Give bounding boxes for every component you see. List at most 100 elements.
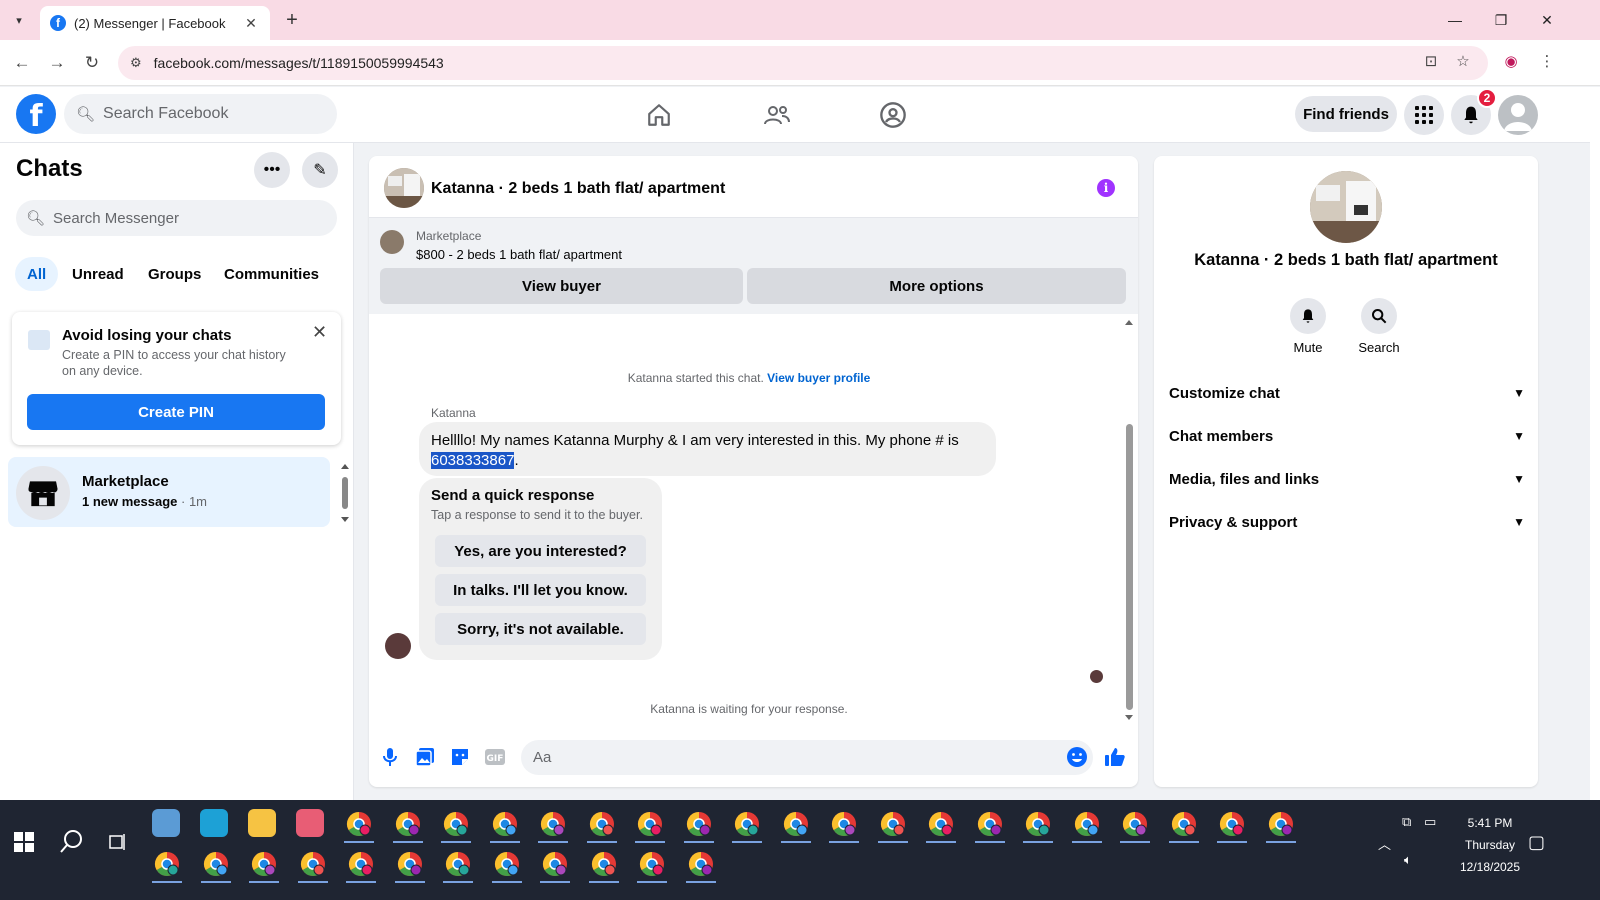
chrome-profile-icon[interactable] bbox=[1072, 809, 1104, 843]
chrome-profile-icon[interactable] bbox=[1023, 809, 1055, 843]
view-buyer-profile-link[interactable]: View buyer profile bbox=[767, 371, 870, 385]
chrome-profile-icon[interactable] bbox=[540, 849, 572, 883]
menu-grid-icon[interactable] bbox=[1404, 95, 1444, 135]
quick-response-yes[interactable]: Yes, are you interested? bbox=[435, 535, 646, 567]
filter-all[interactable]: All bbox=[15, 257, 59, 291]
desktop-app-icon[interactable] bbox=[152, 809, 180, 837]
photo-icon[interactable] bbox=[414, 746, 436, 768]
window-close-icon[interactable]: ✕ bbox=[1524, 0, 1570, 40]
listing-avatar[interactable] bbox=[384, 168, 424, 208]
media-files-links-row[interactable]: Media, files and links ▼ bbox=[1169, 467, 1525, 491]
notification-center-icon[interactable]: ▢ bbox=[1528, 832, 1545, 853]
chrome-profile-icon[interactable] bbox=[1120, 809, 1152, 843]
minimize-icon[interactable]: — bbox=[1432, 0, 1478, 40]
site-info-icon[interactable]: ⚙ bbox=[130, 55, 142, 71]
chrome-profile-icon[interactable] bbox=[492, 849, 524, 883]
facebook-search-input[interactable]: 🔍︎ Search Facebook bbox=[64, 94, 337, 134]
thumbs-up-icon[interactable] bbox=[1104, 746, 1126, 768]
filter-unread[interactable]: Unread bbox=[60, 257, 136, 291]
groups-icon[interactable] bbox=[877, 99, 909, 131]
chrome-profile-icon[interactable] bbox=[589, 849, 621, 883]
message-input[interactable]: Aa bbox=[521, 740, 1093, 775]
tray-chevron-icon[interactable]: ︿ bbox=[1378, 834, 1391, 853]
chrome-profile-icon[interactable] bbox=[393, 809, 425, 843]
quick-response-in-talks[interactable]: In talks. I'll let you know. bbox=[435, 574, 646, 606]
task-view-icon[interactable] bbox=[104, 828, 136, 860]
chrome-profile-icon[interactable] bbox=[201, 849, 233, 883]
chrome-profile-icon[interactable] bbox=[538, 809, 570, 843]
messenger-search-input[interactable]: 🔍︎ Search Messenger bbox=[16, 200, 337, 236]
chrome-profile-icon[interactable] bbox=[829, 809, 861, 843]
mute-action[interactable]: Mute bbox=[1278, 298, 1338, 355]
filter-communities[interactable]: Communities bbox=[212, 257, 331, 291]
install-app-icon[interactable]: ⊡ bbox=[1420, 50, 1442, 72]
taskbar-clock[interactable]: 5:41 PM Thursday 12/18/2025 bbox=[1450, 812, 1530, 878]
more-options-button[interactable]: More options bbox=[747, 268, 1126, 304]
friends-icon[interactable] bbox=[761, 99, 793, 131]
taskbar-search-icon[interactable] bbox=[58, 828, 90, 860]
chrome-profile-icon[interactable] bbox=[1169, 809, 1201, 843]
chrome-profile-icon[interactable] bbox=[975, 809, 1007, 843]
edge-browser-icon[interactable] bbox=[200, 809, 228, 837]
chrome-profile-icon[interactable] bbox=[1266, 809, 1298, 843]
chrome-profile-icon[interactable] bbox=[346, 849, 378, 883]
chat-members-row[interactable]: Chat members ▼ bbox=[1169, 424, 1525, 448]
chrome-profile-icon[interactable] bbox=[926, 809, 958, 843]
privacy-support-row[interactable]: Privacy & support ▼ bbox=[1169, 510, 1525, 534]
new-message-icon[interactable]: ✎ bbox=[302, 152, 338, 188]
volume-icon[interactable]: 🔈︎ bbox=[1404, 852, 1412, 868]
chrome-profile-icon[interactable] bbox=[781, 809, 813, 843]
conversation-title[interactable]: Katanna · 2 beds 1 bath flat/ apartment bbox=[431, 180, 725, 198]
chrome-profile-icon[interactable] bbox=[635, 809, 667, 843]
chrome-profile-icon[interactable] bbox=[152, 849, 184, 883]
info-icon[interactable]: i bbox=[1097, 179, 1115, 197]
tab-search-icon[interactable]: ▾ bbox=[8, 9, 30, 31]
file-explorer-icon[interactable] bbox=[248, 809, 276, 837]
microphone-icon[interactable] bbox=[379, 746, 401, 768]
chrome-profile-icon[interactable] bbox=[490, 809, 522, 843]
chrome-profile-icon[interactable] bbox=[684, 809, 716, 843]
tab-close-icon[interactable]: ✕ bbox=[242, 15, 260, 32]
quick-response-not-available[interactable]: Sorry, it's not available. bbox=[435, 613, 646, 645]
page-scrollbar[interactable] bbox=[1590, 87, 1600, 800]
more-options-icon[interactable]: ••• bbox=[254, 152, 290, 188]
new-tab-icon[interactable]: + bbox=[280, 8, 304, 32]
chrome-profile-icon[interactable] bbox=[443, 849, 475, 883]
browser-menu-icon[interactable]: ⋮ bbox=[1536, 50, 1558, 72]
forward-icon[interactable]: → bbox=[45, 51, 69, 75]
url-text[interactable]: facebook.com/messages/t/1189150059994543 bbox=[154, 55, 444, 71]
account-avatar[interactable] bbox=[1498, 95, 1538, 135]
chrome-profile-icon[interactable] bbox=[587, 809, 619, 843]
chrome-profile-icon[interactable] bbox=[298, 849, 330, 883]
emoji-icon[interactable] bbox=[1066, 746, 1088, 768]
chrome-profile-icon[interactable] bbox=[249, 849, 281, 883]
sender-avatar[interactable] bbox=[385, 633, 411, 659]
chrome-profile-icon[interactable] bbox=[441, 809, 473, 843]
bookmark-star-icon[interactable]: ☆ bbox=[1452, 50, 1474, 72]
paint-app-icon[interactable] bbox=[296, 809, 324, 837]
chats-scrollbar[interactable] bbox=[340, 461, 350, 525]
customize-chat-row[interactable]: Customize chat ▼ bbox=[1169, 381, 1525, 405]
gif-icon[interactable]: GIF bbox=[484, 746, 506, 768]
dismiss-card-icon[interactable]: ✕ bbox=[312, 322, 327, 343]
filter-groups[interactable]: Groups bbox=[136, 257, 213, 291]
scroll-thumb[interactable] bbox=[1126, 424, 1133, 710]
search-action[interactable]: Search bbox=[1349, 298, 1409, 355]
message-bubble[interactable]: Hellllo! My names Katanna Murphy & I am … bbox=[419, 422, 996, 476]
browser-tab-messenger[interactable]: f (2) Messenger | Facebook ✕ bbox=[40, 6, 270, 40]
maximize-icon[interactable]: ❐ bbox=[1478, 0, 1524, 40]
chrome-profile-icon[interactable] bbox=[637, 849, 669, 883]
create-pin-button[interactable]: Create PIN bbox=[27, 394, 325, 430]
conversation-scrollbar[interactable] bbox=[1123, 318, 1135, 726]
reload-icon[interactable]: ↻ bbox=[80, 51, 104, 75]
chrome-profile-icon[interactable] bbox=[1217, 809, 1249, 843]
windows-start-icon[interactable] bbox=[14, 832, 34, 852]
meet-now-icon[interactable]: ⧉ bbox=[1402, 814, 1411, 830]
omnibox[interactable]: ⚙ facebook.com/messages/t/11891500599945… bbox=[118, 46, 1488, 80]
profile-icon[interactable]: ◉ bbox=[1500, 50, 1522, 72]
chrome-profile-icon[interactable] bbox=[686, 849, 718, 883]
chrome-profile-icon[interactable] bbox=[344, 809, 376, 843]
facebook-logo-icon[interactable]: f bbox=[16, 94, 56, 134]
view-buyer-button[interactable]: View buyer bbox=[380, 268, 743, 304]
back-icon[interactable]: ← bbox=[10, 51, 34, 75]
